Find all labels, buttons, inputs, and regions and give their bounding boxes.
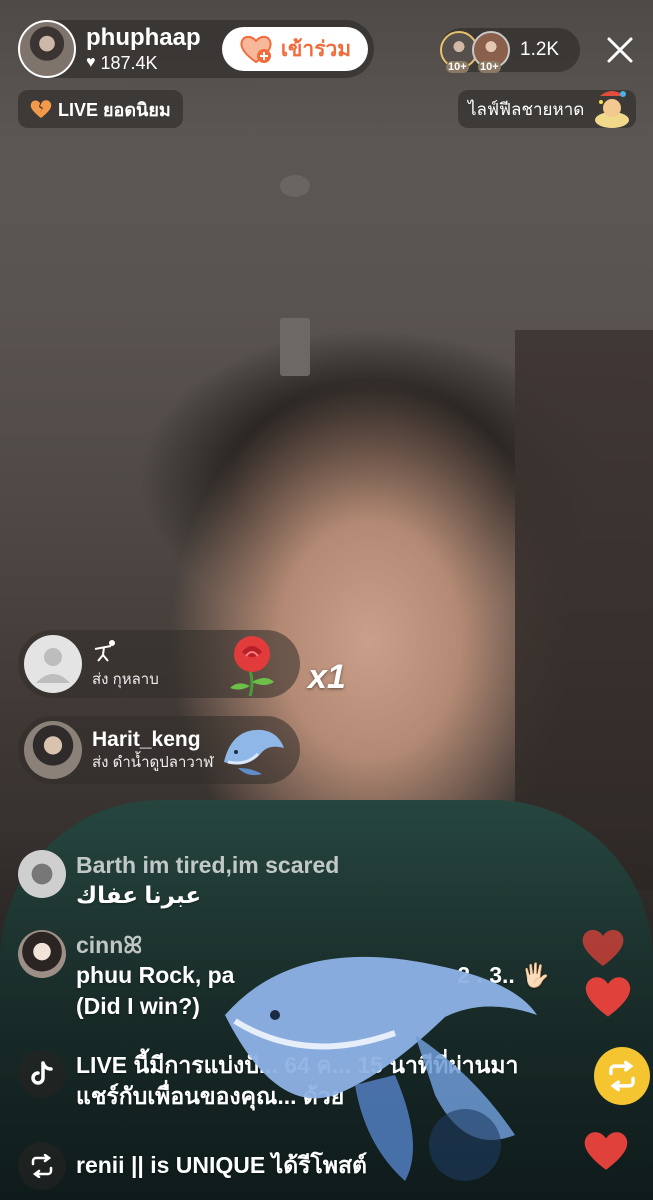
viewer-tag: 10+ xyxy=(446,61,469,73)
floating-heart-icon xyxy=(585,977,631,1017)
host-likes-count: 187.4K xyxy=(100,53,158,73)
viewer-pill[interactable]: 10+ 10+ 1.2K xyxy=(440,28,580,73)
heart-plus-icon xyxy=(240,35,272,64)
gift-sender-name xyxy=(92,639,159,670)
commenter-name[interactable]: Barth im tired,im scared xyxy=(76,850,339,880)
heart-icon: ♥ xyxy=(86,54,96,71)
commenter-avatar[interactable] xyxy=(18,930,66,978)
gift-sender-avatar[interactable] xyxy=(24,721,82,779)
gift-description: ส่ง กุหลาบ xyxy=(92,670,159,688)
share-repost-icon xyxy=(609,1060,635,1092)
host-info: phuphaap ♥ 187.4K xyxy=(86,24,201,74)
event-badge-label: ไลฟ์ฟีลชายหาด xyxy=(468,99,585,119)
beach-event-icon xyxy=(595,91,629,128)
tiktok-logo-icon xyxy=(18,1050,66,1098)
top-viewer-avatar[interactable]: 10+ xyxy=(472,31,510,73)
viewer-count: 1.2K xyxy=(520,39,560,60)
close-icon xyxy=(607,37,633,63)
host-avatar[interactable] xyxy=(18,20,76,78)
repost-icon xyxy=(18,1142,66,1190)
popular-live-label: LIVE ยอดนิยม xyxy=(58,99,171,120)
floating-heart-icon xyxy=(582,929,624,966)
gift-sender-name[interactable]: Harit_keng xyxy=(92,727,213,753)
join-button[interactable]: เข้าร่วม xyxy=(222,27,368,71)
gift-description: ส่ง ดำน้ำดูปลาวาฬ xyxy=(92,754,214,771)
viewer-tag: 10+ xyxy=(478,61,501,73)
comment-body: Barth im tired,im scared عبرنا عفاك xyxy=(76,850,339,911)
whale-gift-animation-icon xyxy=(225,956,537,1181)
gift-notification[interactable]: Harit_keng ส่ง ดำน้ำดูปลาวาฬ xyxy=(18,716,300,784)
gift-notification[interactable]: ส่ง กุหลาบ xyxy=(18,630,300,698)
commenter-avatar[interactable] xyxy=(18,850,66,898)
video-ceiling-detector xyxy=(280,175,310,197)
host-likes: ♥ 187.4K xyxy=(86,52,201,74)
comment-item[interactable]: Barth im tired,im scared عبرنا عفاك xyxy=(18,850,339,911)
gift-sender-avatar[interactable] xyxy=(24,635,82,693)
video-ceiling-fixture xyxy=(280,318,310,376)
gift-text: ส่ง กุหลาบ xyxy=(92,639,159,690)
gift-combo-count: x1 xyxy=(308,658,346,696)
join-button-label: เข้าร่วม xyxy=(280,37,352,61)
close-button[interactable] xyxy=(600,30,640,70)
gift-text: Harit_keng ส่ง ดำน้ำดูปลาวาฬ xyxy=(92,727,213,773)
share-button[interactable] xyxy=(594,1047,650,1105)
event-badge[interactable]: ไลฟ์ฟีลชายหาด xyxy=(458,90,636,128)
default-avatar-icon xyxy=(36,648,70,683)
comment-message: عبرنا عفاك xyxy=(76,882,202,908)
popular-live-badge[interactable]: LIVE ยอดนิยม xyxy=(18,90,183,128)
whale-icon xyxy=(224,729,284,776)
stick-figure-icon xyxy=(94,639,115,662)
floating-heart-icon xyxy=(584,1132,628,1170)
host-info-pill[interactable]: phuphaap ♥ 187.4K เข้าร่วม xyxy=(18,20,374,78)
rose-icon xyxy=(230,636,274,697)
comment-message-start: phuu Rock, pa xyxy=(76,962,235,988)
host-name[interactable]: phuphaap xyxy=(86,24,201,52)
broken-heart-icon xyxy=(30,100,52,118)
